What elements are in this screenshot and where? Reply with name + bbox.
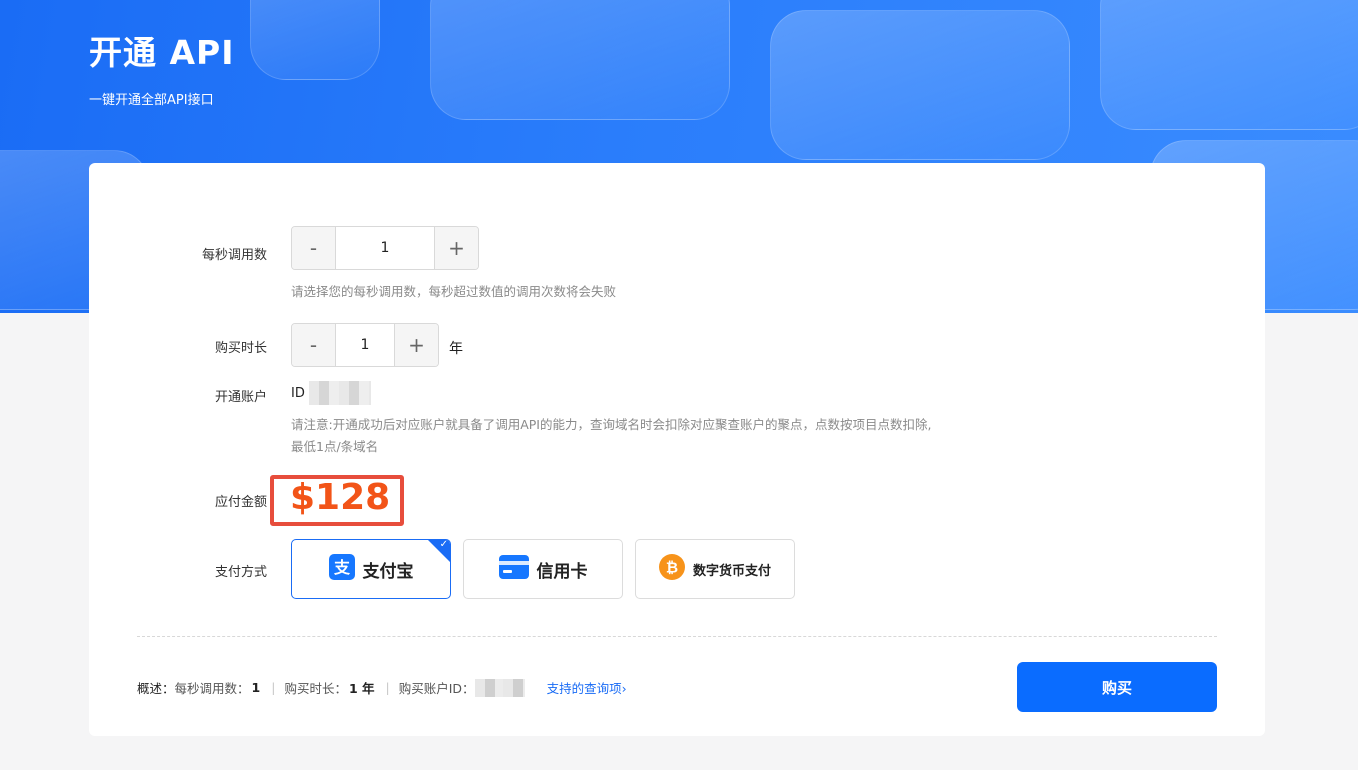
hero-decoration [250,0,380,80]
summary-duration-value: 1 年 [348,681,375,696]
crypto-label: 数字货币支付 [692,563,771,579]
summary-duration-label: 购买时长： [284,681,347,696]
payment-label: 支付方式 [214,565,267,580]
duration-label: 购买时长 [214,341,267,356]
svg-text:₿: ₿ [666,559,678,577]
page-subtitle: 一键开通全部API接口 [89,93,214,108]
hero-decoration [430,0,730,120]
alipay-icon: 支 [328,554,355,584]
bitcoin-icon: ₿ [658,554,685,584]
qps-label: 每秒调用数 [201,248,267,263]
payment-option-alipay[interactable]: 支 支付宝 ✓ [291,539,451,599]
purchase-card: 每秒调用数 - 1 + 请选择您的每秒调用数，每秒超过数值的调用次数将会失败 购… [89,163,1265,736]
qps-stepper: - 1 + [291,226,479,270]
qps-decrement-button[interactable]: - [292,227,336,269]
duration-unit: 年 [449,341,463,357]
check-icon: ✓ [439,539,448,550]
separator: | [271,680,276,695]
duration-decrement-button[interactable]: - [292,324,336,366]
redacted-id-mask [308,381,371,405]
duration-increment-button[interactable]: + [394,324,438,366]
supported-queries-link[interactable]: 支持的查询项› [547,678,627,697]
summary-account-label: 购买账户ID： [398,681,475,696]
duration-input[interactable]: 1 [336,324,394,366]
dashed-divider [137,636,1217,637]
price-value: $128 [290,477,391,518]
account-hint-line1: 请注意:开通成功后对应账户就具备了调用API的能力，查询域名时会扣除对应聚查账户… [291,417,932,432]
account-hint-line2: 最低1点/条域名 [291,439,379,454]
credit-card-icon [498,555,529,583]
svg-text:支: 支 [332,558,350,577]
summary-prefix: 概述： [137,681,175,696]
payment-option-credit-card[interactable]: 信用卡 [463,539,623,599]
credit-card-label: 信用卡 [536,561,588,582]
account-label: 开通账户 [214,390,267,405]
hero-decoration [770,10,1070,160]
qps-input[interactable]: 1 [336,227,434,269]
summary-qps-label: 每秒调用数： [174,681,250,696]
buy-button[interactable]: 购买 [1017,662,1217,712]
order-summary: 概述： 每秒调用数： 1 | 购买时长： 1 年 | 购买账户ID： 支持的查询… [137,678,627,697]
supported-queries-text: 支持的查询项 [546,681,622,696]
summary-qps-value: 1 [251,680,261,695]
alipay-label: 支付宝 [362,561,414,582]
qps-hint: 请选择您的每秒调用数，每秒超过数值的调用次数将会失败 [291,284,617,299]
account-id-prefix: ID [291,385,305,401]
qps-increment-button[interactable]: + [434,227,478,269]
hero-decoration [1100,0,1358,130]
payment-option-crypto[interactable]: ₿ 数字货币支付 [635,539,795,599]
duration-stepper: - 1 + [291,323,439,367]
account-id: ID [291,381,371,405]
page-title: 开通 API [89,33,235,72]
amount-label: 应付金额 [214,495,267,510]
separator: | [385,680,390,695]
chevron-right-icon: › [621,681,627,696]
redacted-id-mask [474,678,525,697]
